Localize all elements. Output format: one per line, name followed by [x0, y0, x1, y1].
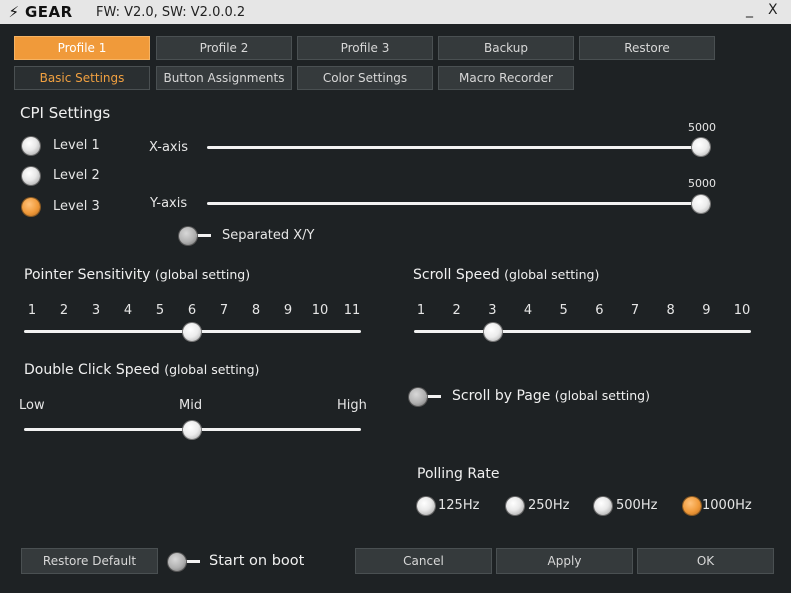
toggle-knob [179, 227, 197, 245]
polling-1000hz-label: 1000Hz [702, 498, 752, 513]
scroll-by-page-text: Scroll by Page [452, 388, 551, 404]
y-axis-label: Y-axis [150, 196, 188, 211]
y-axis-slider-handle[interactable] [692, 195, 710, 213]
tab-restore[interactable]: Restore [579, 36, 715, 60]
scroll-speed-tick-10: 10 [733, 303, 751, 318]
pointer-sensitivity-tick-3: 3 [91, 303, 101, 318]
toggle-knob [409, 388, 427, 406]
pointer-sensitivity-suffix: (global setting) [154, 267, 251, 282]
x-axis-slider-handle[interactable] [692, 138, 710, 156]
tab-profile-3[interactable]: Profile 3 [297, 36, 433, 60]
scroll-by-page-suffix: (global setting) [554, 388, 650, 403]
cpi-level-1-label: Level 1 [53, 138, 100, 153]
restore-default-button[interactable]: Restore Default [21, 548, 158, 574]
pointer-sensitivity-title-text: Pointer Sensitivity [24, 267, 151, 283]
x-axis-value: 5000 [688, 121, 716, 134]
fnatic-logo-icon: ⚡ [8, 3, 20, 21]
apply-button[interactable]: Apply [496, 548, 633, 574]
scroll-speed-tick-5: 5 [559, 303, 568, 318]
app-logo: ⚡ GEAR [6, 3, 73, 21]
cpi-level-3-radio[interactable] [22, 198, 40, 216]
title-bar: ⚡ GEAR FW: V2.0, SW: V2.0.0.2 _ X [0, 0, 791, 24]
polling-250hz-radio[interactable] [506, 497, 524, 515]
scroll-speed-slider-handle[interactable] [484, 323, 502, 341]
scroll-speed-title-text: Scroll Speed [413, 267, 500, 283]
pointer-sensitivity-tick-9: 9 [283, 303, 293, 318]
tab-button-assignments[interactable]: Button Assignments [156, 66, 292, 90]
start-on-boot-label: Start on boot [209, 553, 305, 569]
double-click-speed-title: Double Click Speed (global setting) [24, 362, 259, 378]
ok-button[interactable]: OK [637, 548, 774, 574]
tab-profile-1[interactable]: Profile 1 [14, 36, 150, 60]
scroll-by-page-toggle[interactable] [409, 388, 443, 406]
pointer-sensitivity-title: Pointer Sensitivity (global setting) [24, 267, 250, 283]
scroll-speed-tick-7: 7 [630, 303, 640, 318]
scroll-by-page-label: Scroll by Page (global setting) [452, 388, 650, 404]
double-click-high-label: High [337, 398, 367, 413]
cpi-level-2-label: Level 2 [53, 168, 100, 183]
double-click-mid-label: Mid [179, 398, 203, 413]
logo-text: GEAR [25, 3, 73, 21]
scroll-speed-tick-8: 8 [666, 303, 675, 318]
double-click-low-label: Low [19, 398, 45, 413]
scroll-speed-tick-6: 6 [595, 303, 604, 318]
version-label: FW: V2.0, SW: V2.0.0.2 [96, 5, 246, 20]
y-axis-value: 5000 [688, 177, 716, 190]
scroll-speed-tick-1: 1 [416, 303, 426, 318]
polling-250hz-label: 250Hz [528, 498, 570, 513]
polling-500hz-radio[interactable] [594, 497, 612, 515]
polling-125hz-radio[interactable] [417, 497, 435, 515]
polling-500hz-label: 500Hz [616, 498, 658, 513]
x-axis-label: X-axis [149, 140, 188, 155]
pointer-sensitivity-tick-6: 6 [187, 303, 197, 318]
pointer-sensitivity-tick-5: 5 [155, 303, 165, 318]
tab-profile-2[interactable]: Profile 2 [156, 36, 292, 60]
tab-color-settings[interactable]: Color Settings [297, 66, 433, 90]
polling-rate-title: Polling Rate [417, 466, 500, 482]
tab-basic-settings[interactable]: Basic Settings [14, 66, 150, 90]
cpi-level-1-radio[interactable] [22, 137, 40, 155]
pointer-sensitivity-tick-8: 8 [251, 303, 261, 318]
double-click-speed-suffix: (global setting) [164, 362, 260, 377]
tab-backup[interactable]: Backup [438, 36, 574, 60]
scroll-speed-tick-9: 9 [702, 303, 711, 318]
scroll-speed-tick-4: 4 [523, 303, 533, 318]
separated-xy-label: Separated X/Y [222, 228, 315, 243]
cancel-button[interactable]: Cancel [355, 548, 492, 574]
pointer-sensitivity-slider-handle[interactable] [183, 323, 201, 341]
pointer-sensitivity-tick-7: 7 [219, 303, 229, 318]
double-click-slider-handle[interactable] [183, 421, 201, 439]
tab-macro-recorder[interactable]: Macro Recorder [438, 66, 574, 90]
separated-xy-toggle[interactable] [179, 227, 213, 245]
pointer-sensitivity-tick-11: 11 [343, 303, 361, 318]
toggle-knob [168, 553, 186, 571]
cpi-settings-title: CPI Settings [20, 104, 111, 122]
pointer-sensitivity-tick-10: 10 [311, 303, 329, 318]
minimize-button[interactable]: _ [746, 2, 753, 18]
polling-125hz-label: 125Hz [438, 498, 480, 513]
x-axis-slider-track[interactable] [207, 146, 710, 149]
scroll-speed-title: Scroll Speed (global setting) [413, 267, 599, 283]
double-click-speed-title-text: Double Click Speed [24, 362, 160, 378]
polling-1000hz-radio[interactable] [683, 497, 701, 515]
cpi-level-3-label: Level 3 [53, 199, 100, 214]
start-on-boot-toggle[interactable] [168, 553, 202, 571]
y-axis-slider-track[interactable] [207, 202, 710, 205]
scroll-speed-suffix: (global setting) [504, 267, 600, 282]
scroll-speed-tick-2: 2 [452, 303, 461, 318]
scroll-speed-tick-3: 3 [488, 303, 497, 318]
close-button[interactable]: X [768, 2, 778, 18]
pointer-sensitivity-tick-1: 1 [27, 303, 37, 318]
pointer-sensitivity-tick-2: 2 [59, 303, 69, 318]
cpi-level-2-radio[interactable] [22, 167, 40, 185]
scroll-speed-slider-track[interactable] [414, 330, 751, 333]
pointer-sensitivity-tick-4: 4 [123, 303, 133, 318]
